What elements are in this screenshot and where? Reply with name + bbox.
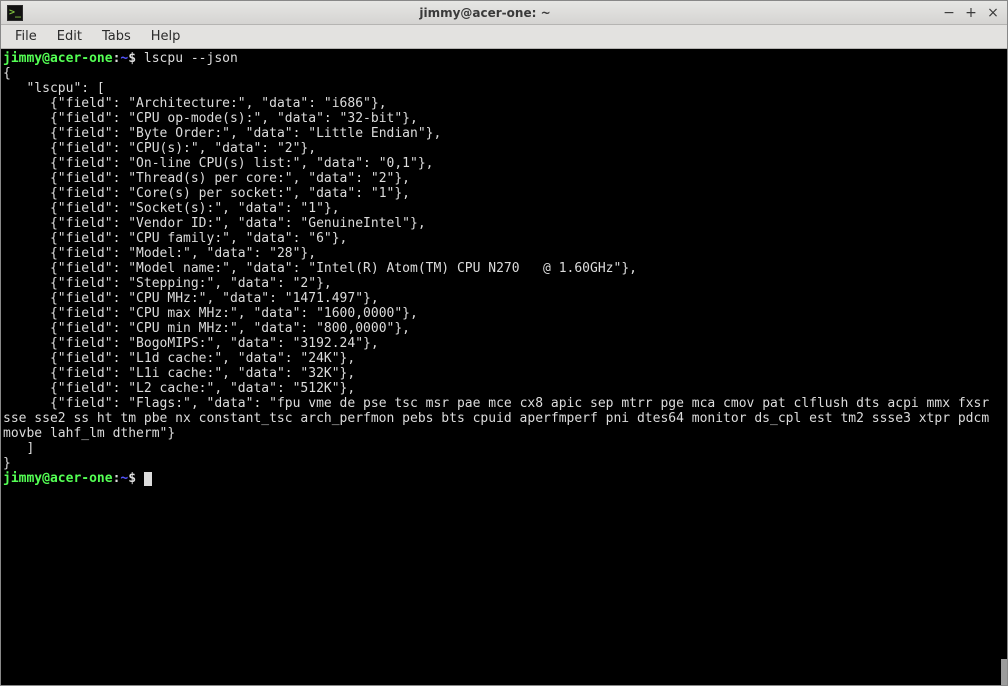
terminal-line: } xyxy=(3,456,1005,471)
terminal-line: {"field": "CPU(s):", "data": "2"}, xyxy=(3,141,1005,156)
prompt-symbol: $ xyxy=(128,51,136,66)
terminal-line: {"field": "CPU max MHz:", "data": "1600,… xyxy=(3,306,1005,321)
terminal-line: {"field": "Model:", "data": "28"}, xyxy=(3,246,1005,261)
terminal-line: {"field": "BogoMIPS:", "data": "3192.24"… xyxy=(3,336,1005,351)
prompt-user: jimmy@acer-one xyxy=(3,471,113,486)
cursor xyxy=(144,472,152,486)
terminal-icon: >_ xyxy=(7,5,23,21)
prompt-symbol: $ xyxy=(128,471,136,486)
terminal-line: {"field": "Stepping:", "data": "2"}, xyxy=(3,276,1005,291)
terminal-line: {"field": "L1i cache:", "data": "32K"}, xyxy=(3,366,1005,381)
terminal-line: {"field": "Core(s) per socket:", "data":… xyxy=(3,186,1005,201)
terminal-line: {"field": "Socket(s):", "data": "1"}, xyxy=(3,201,1005,216)
prompt-user: jimmy@acer-one xyxy=(3,51,113,66)
terminal-line: {"field": "Architecture:", "data": "i686… xyxy=(3,96,1005,111)
titlebar[interactable]: >_ jimmy@acer-one: ~ − + × xyxy=(1,1,1007,25)
close-button[interactable]: × xyxy=(985,5,1001,21)
terminal-line: {"field": "Model name:", "data": "Intel(… xyxy=(3,261,1005,276)
minimize-button[interactable]: − xyxy=(941,5,957,21)
menu-file[interactable]: File xyxy=(7,27,45,46)
terminal-output[interactable]: jimmy@acer-one:~$ lscpu --json{ "lscpu":… xyxy=(1,49,1007,685)
terminal-line: { xyxy=(3,66,1005,81)
terminal-line: {"field": "CPU op-mode(s):", "data": "32… xyxy=(3,111,1005,126)
window-title: jimmy@acer-one: ~ xyxy=(29,6,941,20)
terminal-line: {"field": "CPU family:", "data": "6"}, xyxy=(3,231,1005,246)
menu-help[interactable]: Help xyxy=(143,27,189,46)
menubar: File Edit Tabs Help xyxy=(1,25,1007,49)
terminal-line: {"field": "Thread(s) per core:", "data":… xyxy=(3,171,1005,186)
terminal-line: {"field": "Byte Order:", "data": "Little… xyxy=(3,126,1005,141)
scrollbar[interactable] xyxy=(1001,659,1007,685)
command-text: lscpu --json xyxy=(144,51,238,66)
terminal-line: "lscpu": [ xyxy=(3,81,1005,96)
terminal-line: ] xyxy=(3,441,1005,456)
menu-edit[interactable]: Edit xyxy=(49,27,90,46)
maximize-button[interactable]: + xyxy=(963,5,979,21)
terminal-line: {"field": "L2 cache:", "data": "512K"}, xyxy=(3,381,1005,396)
terminal-line: jimmy@acer-one:~$ xyxy=(3,471,1005,486)
window-controls: − + × xyxy=(941,5,1001,21)
terminal-line: {"field": "CPU min MHz:", "data": "800,0… xyxy=(3,321,1005,336)
terminal-line: {"field": "On-line CPU(s) list:", "data"… xyxy=(3,156,1005,171)
menu-tabs[interactable]: Tabs xyxy=(94,27,139,46)
terminal-window: >_ jimmy@acer-one: ~ − + × File Edit Tab… xyxy=(0,0,1008,686)
terminal-line: jimmy@acer-one:~$ lscpu --json xyxy=(3,51,1005,66)
terminal-line: {"field": "CPU MHz:", "data": "1471.497"… xyxy=(3,291,1005,306)
terminal-line: {"field": "L1d cache:", "data": "24K"}, xyxy=(3,351,1005,366)
terminal-line: {"field": "Vendor ID:", "data": "Genuine… xyxy=(3,216,1005,231)
terminal-line: {"field": "Flags:", "data": "fpu vme de … xyxy=(3,396,1005,441)
